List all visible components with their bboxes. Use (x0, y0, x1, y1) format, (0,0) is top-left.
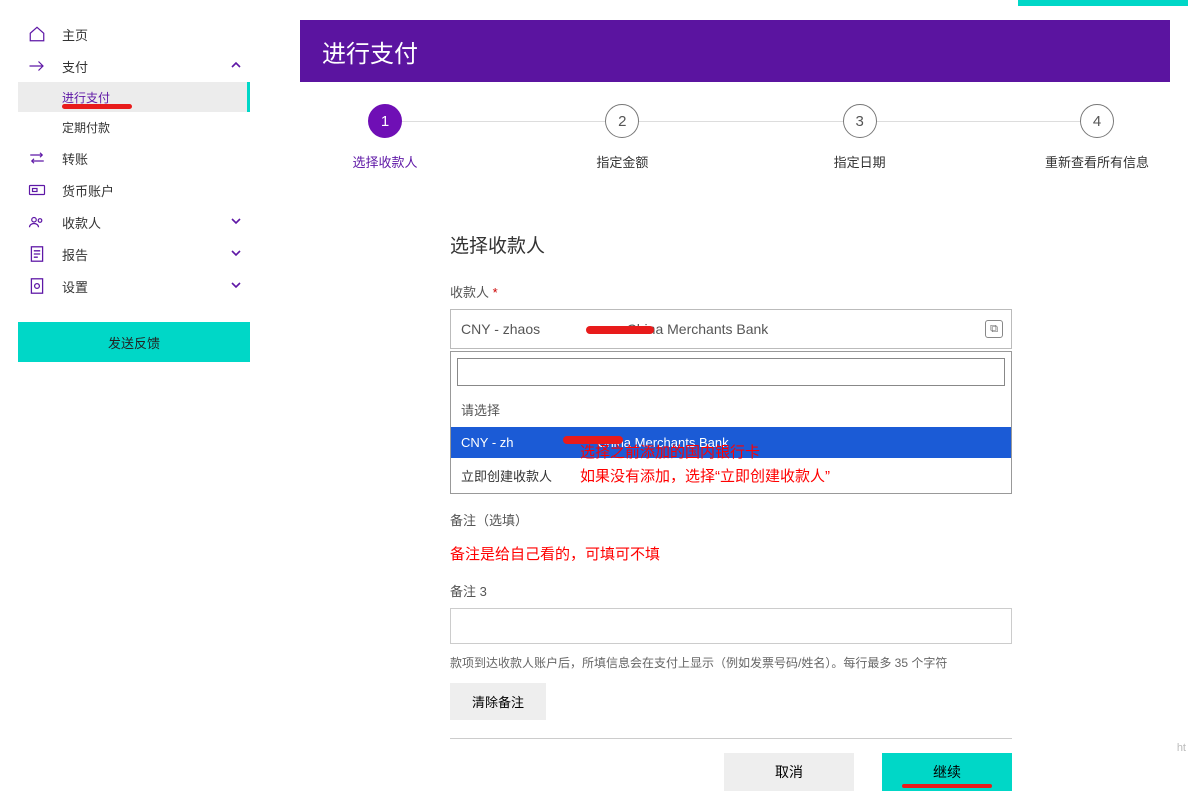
step-circle: 1 (368, 104, 402, 138)
step-label: 指定金额 (596, 152, 648, 171)
payee-label-text: 收款人 (450, 285, 489, 300)
clear-remark-button[interactable]: 清除备注 (450, 683, 546, 720)
sidebar-label: 转账 (62, 149, 88, 168)
selected-prefix: CNY - zhaos (461, 321, 540, 337)
remark3-input[interactable] (450, 608, 1012, 644)
step-circle: 4 (1080, 104, 1114, 138)
payee-field-label: 收款人 * (450, 282, 1012, 301)
dropdown-placeholder: 请选择 (451, 392, 1011, 427)
sidebar-label: 设置 (62, 277, 88, 296)
annotation-2: 如果没有添加，选择“立即创建收款人” (580, 465, 830, 489)
page-title: 进行支付 (322, 34, 418, 69)
sidebar-label: 报告 (62, 245, 88, 264)
chevron-down-icon (230, 246, 242, 262)
step-label: 重新查看所有信息 (1045, 152, 1149, 171)
chevron-up-icon (230, 58, 242, 74)
step-label: 指定日期 (834, 152, 886, 171)
top-accent-bar (1018, 0, 1188, 6)
annotation-1: 选择之前添加的国内银行卡 (580, 441, 760, 465)
step-label: 选择收款人 (352, 152, 417, 171)
feedback-button[interactable]: 发送反馈 (18, 322, 250, 362)
cancel-button[interactable]: 取消 (724, 753, 854, 791)
sidebar-item-payees[interactable]: 收款人 (18, 206, 250, 238)
sidebar-label: 收款人 (62, 213, 101, 232)
remark3-label: 备注 3 (450, 581, 1012, 600)
cancel-label: 取消 (775, 762, 803, 782)
step-line (380, 121, 1110, 122)
annotation-underline (62, 104, 132, 109)
sidebar: 主页 支付 进行支付 定期付款 转账 货币账户 收款人 (18, 18, 250, 362)
step-4[interactable]: 4 重新查看所有信息 (1042, 104, 1152, 171)
remark-hint: 款项到达收款人账户后，所填信息会在支付上显示（例如发票号码/姓名）。每行最多 3… (450, 654, 1012, 671)
chevron-down-icon (230, 214, 242, 230)
divider (450, 738, 1012, 739)
step-2[interactable]: 2 指定金额 (567, 104, 677, 171)
transfer-icon (26, 150, 48, 166)
chevron-down-icon (230, 278, 242, 294)
footer-buttons: 取消 继续 (450, 753, 1012, 791)
step-num: 4 (1093, 113, 1101, 130)
sidebar-sub-label: 进行支付 (62, 89, 110, 106)
step-circle: 2 (605, 104, 639, 138)
step-3[interactable]: 3 指定日期 (805, 104, 915, 171)
sidebar-item-report[interactable]: 报告 (18, 238, 250, 270)
settings-icon (26, 277, 48, 295)
sidebar-item-currency-account[interactable]: 货币账户 (18, 174, 250, 206)
step-1[interactable]: 1 选择收款人 (330, 104, 440, 171)
feedback-label: 发送反馈 (108, 333, 160, 352)
step-num: 2 (618, 113, 626, 130)
continue-button[interactable]: 继续 (882, 753, 1012, 791)
annotation-3: 备注是给自己看的，可填可不填 (450, 543, 1012, 567)
report-icon (26, 245, 48, 263)
dropdown-search-input[interactable] (457, 358, 1005, 386)
page-banner: 进行支付 (300, 20, 1170, 82)
step-num: 1 (381, 113, 389, 130)
step-num: 3 (855, 113, 863, 130)
payee-select[interactable]: CNY - zhaos - China Merchants Bank ⧉ (450, 309, 1012, 349)
redaction-mark (586, 326, 654, 334)
sidebar-item-home[interactable]: 主页 (18, 18, 250, 50)
users-icon (26, 214, 48, 230)
wallet-icon (26, 183, 48, 197)
continue-label: 继续 (933, 762, 961, 782)
sidebar-sub-recurring[interactable]: 定期付款 (18, 112, 250, 142)
opt-prefix: CNY - zh (461, 435, 514, 450)
payee-form: 选择收款人 收款人 * CNY - zhaos - China Merchant… (450, 231, 1012, 791)
sidebar-item-settings[interactable]: 设置 (18, 270, 250, 302)
sidebar-sub-label: 定期付款 (62, 119, 110, 136)
required-mark: * (493, 285, 498, 300)
remark-label: 备注（选填） (450, 510, 1012, 529)
section-title: 选择收款人 (450, 231, 1012, 258)
step-circle: 3 (843, 104, 877, 138)
watermark: ht (1177, 742, 1186, 754)
sidebar-label: 货币账户 (62, 181, 114, 200)
home-icon (26, 25, 48, 43)
sidebar-item-pay[interactable]: 支付 (18, 50, 250, 82)
arrow-right-icon (26, 59, 48, 73)
step-indicator: 1 选择收款人 2 指定金额 3 指定日期 4 重新查看所有信息 (300, 104, 1170, 171)
sidebar-label: 主页 (62, 25, 88, 44)
sidebar-label: 支付 (62, 57, 88, 76)
copy-icon[interactable]: ⧉ (985, 320, 1003, 338)
sidebar-item-transfer[interactable]: 转账 (18, 142, 250, 174)
annotation-underline (902, 784, 992, 788)
main-content: 进行支付 1 选择收款人 2 指定金额 3 指定日期 4 重新查看所有信息 选择… (300, 20, 1170, 791)
sidebar-sub-make-payment[interactable]: 进行支付 (18, 82, 250, 112)
